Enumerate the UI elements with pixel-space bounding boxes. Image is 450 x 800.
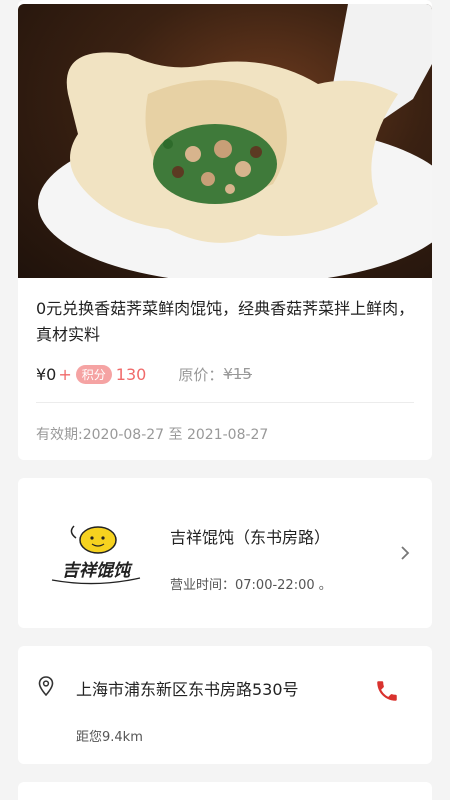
price: ¥0 xyxy=(36,364,57,384)
phone-icon[interactable] xyxy=(374,678,400,704)
product-card: 0元兑换香菇荠菜鲜肉馄饨，经典香菇荠菜拌上鲜肉，真材实料 ¥0 + 积分 130… xyxy=(18,0,432,460)
distance: 距您9.4km xyxy=(76,730,143,745)
chevron-right-icon[interactable] xyxy=(398,544,412,562)
location-pin-icon xyxy=(38,676,54,697)
next-card xyxy=(18,782,432,800)
address-card: 上海市浦东新区东书房路530号 距您9.4km xyxy=(18,646,432,764)
store-address: 上海市浦东新区东书房路530号 xyxy=(76,680,299,699)
store-card[interactable]: 吉祥馄饨 吉祥馄饨（东书房路） 营业时间：07:00-22:00 。 xyxy=(18,478,432,628)
store-logo: 吉祥馄饨 xyxy=(46,518,146,588)
original-price: ¥15 xyxy=(223,365,252,383)
svg-text:吉祥馄饨: 吉祥馄饨 xyxy=(62,561,133,581)
points-value: 130 xyxy=(115,364,147,384)
plus-sign: + xyxy=(58,364,72,384)
price-row: ¥0 + 积分 130 原价： ¥15 xyxy=(36,362,252,386)
product-title: 0元兑换香菇荠菜鲜肉馄饨，经典香菇荠菜拌上鲜肉，真材实料 xyxy=(36,299,415,344)
original-price-label: 原价： xyxy=(178,365,224,384)
store-name: 吉祥馄饨（东书房路） xyxy=(170,528,331,547)
points-badge: 积分 xyxy=(75,364,112,384)
divider xyxy=(36,402,414,403)
validity-period: 有效期:2020-08-27 至 2021-08-27 xyxy=(36,427,269,443)
store-hours: 营业时间：07:00-22:00 。 xyxy=(170,578,332,593)
product-image xyxy=(18,4,432,278)
